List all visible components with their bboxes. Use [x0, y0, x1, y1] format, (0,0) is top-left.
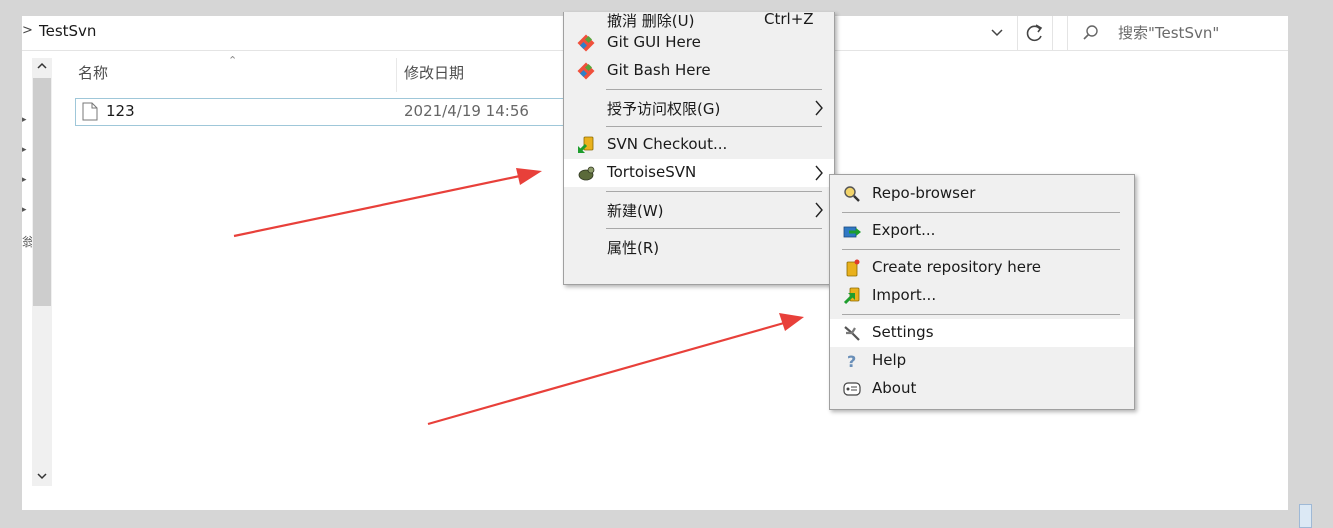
- settings-pliers-icon: [844, 326, 860, 341]
- git-icon: [577, 34, 595, 52]
- sort-ascending-icon: ⌃: [228, 54, 238, 67]
- menu-separator: [606, 126, 822, 127]
- menu-separator: [842, 314, 1120, 315]
- menu-item-git-bash[interactable]: Git Bash Here: [564, 57, 834, 85]
- menu-separator: [842, 249, 1120, 250]
- vertical-scrollbar[interactable]: [32, 58, 52, 486]
- search-input[interactable]: 搜索"TestSvn": [1067, 16, 1289, 50]
- chevron-down-icon: [991, 29, 1003, 37]
- create-repository-icon: [846, 259, 860, 277]
- menu-item-help[interactable]: ? Help: [830, 347, 1134, 375]
- git-icon: [577, 62, 595, 80]
- file-name: 123: [106, 102, 135, 120]
- export-icon: [843, 226, 861, 238]
- column-header-date[interactable]: 修改日期: [404, 62, 464, 86]
- repo-browser-icon: [844, 186, 860, 202]
- breadcrumb-chevron-icon[interactable]: >: [22, 23, 33, 38]
- scroll-thumb[interactable]: [33, 78, 51, 306]
- navigation-pane-edge: ▸ ▸ ▸ ▸ 翁: [22, 51, 34, 510]
- chevron-down-icon: [37, 473, 47, 480]
- breadcrumb-folder[interactable]: TestSvn: [39, 22, 96, 40]
- submenu-arrow-icon: [815, 100, 823, 116]
- menu-separator: [606, 228, 822, 229]
- menu-item-tortoisesvn[interactable]: TortoiseSVN: [564, 159, 834, 187]
- menu-item-git-gui[interactable]: Git GUI Here: [564, 29, 834, 57]
- menu-item-properties[interactable]: 属性(R): [564, 233, 834, 261]
- scroll-up-button[interactable]: [32, 60, 52, 78]
- tortoisesvn-submenu: Repo-browser Export... Create repository…: [829, 174, 1135, 410]
- svn-checkout-icon: [577, 136, 594, 154]
- search-icon: [1083, 25, 1098, 40]
- menu-item-export[interactable]: Export...: [830, 217, 1134, 245]
- column-divider[interactable]: [396, 58, 397, 92]
- svg-text:?: ?: [847, 352, 856, 370]
- menu-item-grant-access[interactable]: 授予访问权限(G): [564, 94, 834, 122]
- scroll-down-button[interactable]: [32, 470, 52, 488]
- chevron-up-icon: [37, 62, 47, 69]
- menu-item-about[interactable]: About: [830, 375, 1134, 403]
- about-icon: [843, 382, 861, 396]
- menu-separator: [842, 212, 1120, 213]
- refresh-button[interactable]: [1017, 16, 1053, 50]
- menu-item-settings[interactable]: Settings: [830, 319, 1134, 347]
- document-icon: [82, 102, 98, 121]
- menu-separator: [606, 191, 822, 192]
- help-icon: ?: [847, 352, 856, 370]
- column-header-name[interactable]: 名称: [78, 62, 108, 86]
- context-menu: 撤消 删除(U) Ctrl+Z Git GUI Here Git Bash He…: [563, 10, 835, 285]
- submenu-arrow-icon: [815, 165, 823, 181]
- tortoise-icon: [578, 166, 595, 181]
- menu-separator: [606, 89, 822, 90]
- refresh-icon: [1026, 24, 1043, 42]
- menu-item-create-repository[interactable]: Create repository here: [830, 254, 1134, 282]
- menu-item-import[interactable]: Import...: [830, 282, 1134, 310]
- search-placeholder: 搜索"TestSvn": [1118, 24, 1220, 42]
- menu-item-new[interactable]: 新建(W): [564, 196, 834, 224]
- nav-expand-icon[interactable]: ▸: [22, 115, 27, 125]
- nav-expand-icon[interactable]: ▸: [22, 205, 27, 215]
- submenu-arrow-icon: [815, 202, 823, 218]
- nav-expand-icon[interactable]: ▸: [22, 175, 27, 185]
- import-icon: [843, 287, 860, 305]
- nav-expand-icon[interactable]: ▸: [22, 145, 27, 155]
- corner-tab: [1299, 504, 1312, 528]
- file-date: 2021/4/19 14:56: [404, 102, 529, 120]
- menu-item-repo-browser[interactable]: Repo-browser: [830, 180, 1134, 208]
- menu-item-svn-checkout[interactable]: SVN Checkout...: [564, 131, 834, 159]
- address-dropdown-button[interactable]: [987, 24, 1007, 42]
- explorer-window: > TestSvn 搜索"TestSvn" ▸ ▸ ▸ ▸ 翁 ⌃ 名称 修改日…: [22, 10, 1312, 528]
